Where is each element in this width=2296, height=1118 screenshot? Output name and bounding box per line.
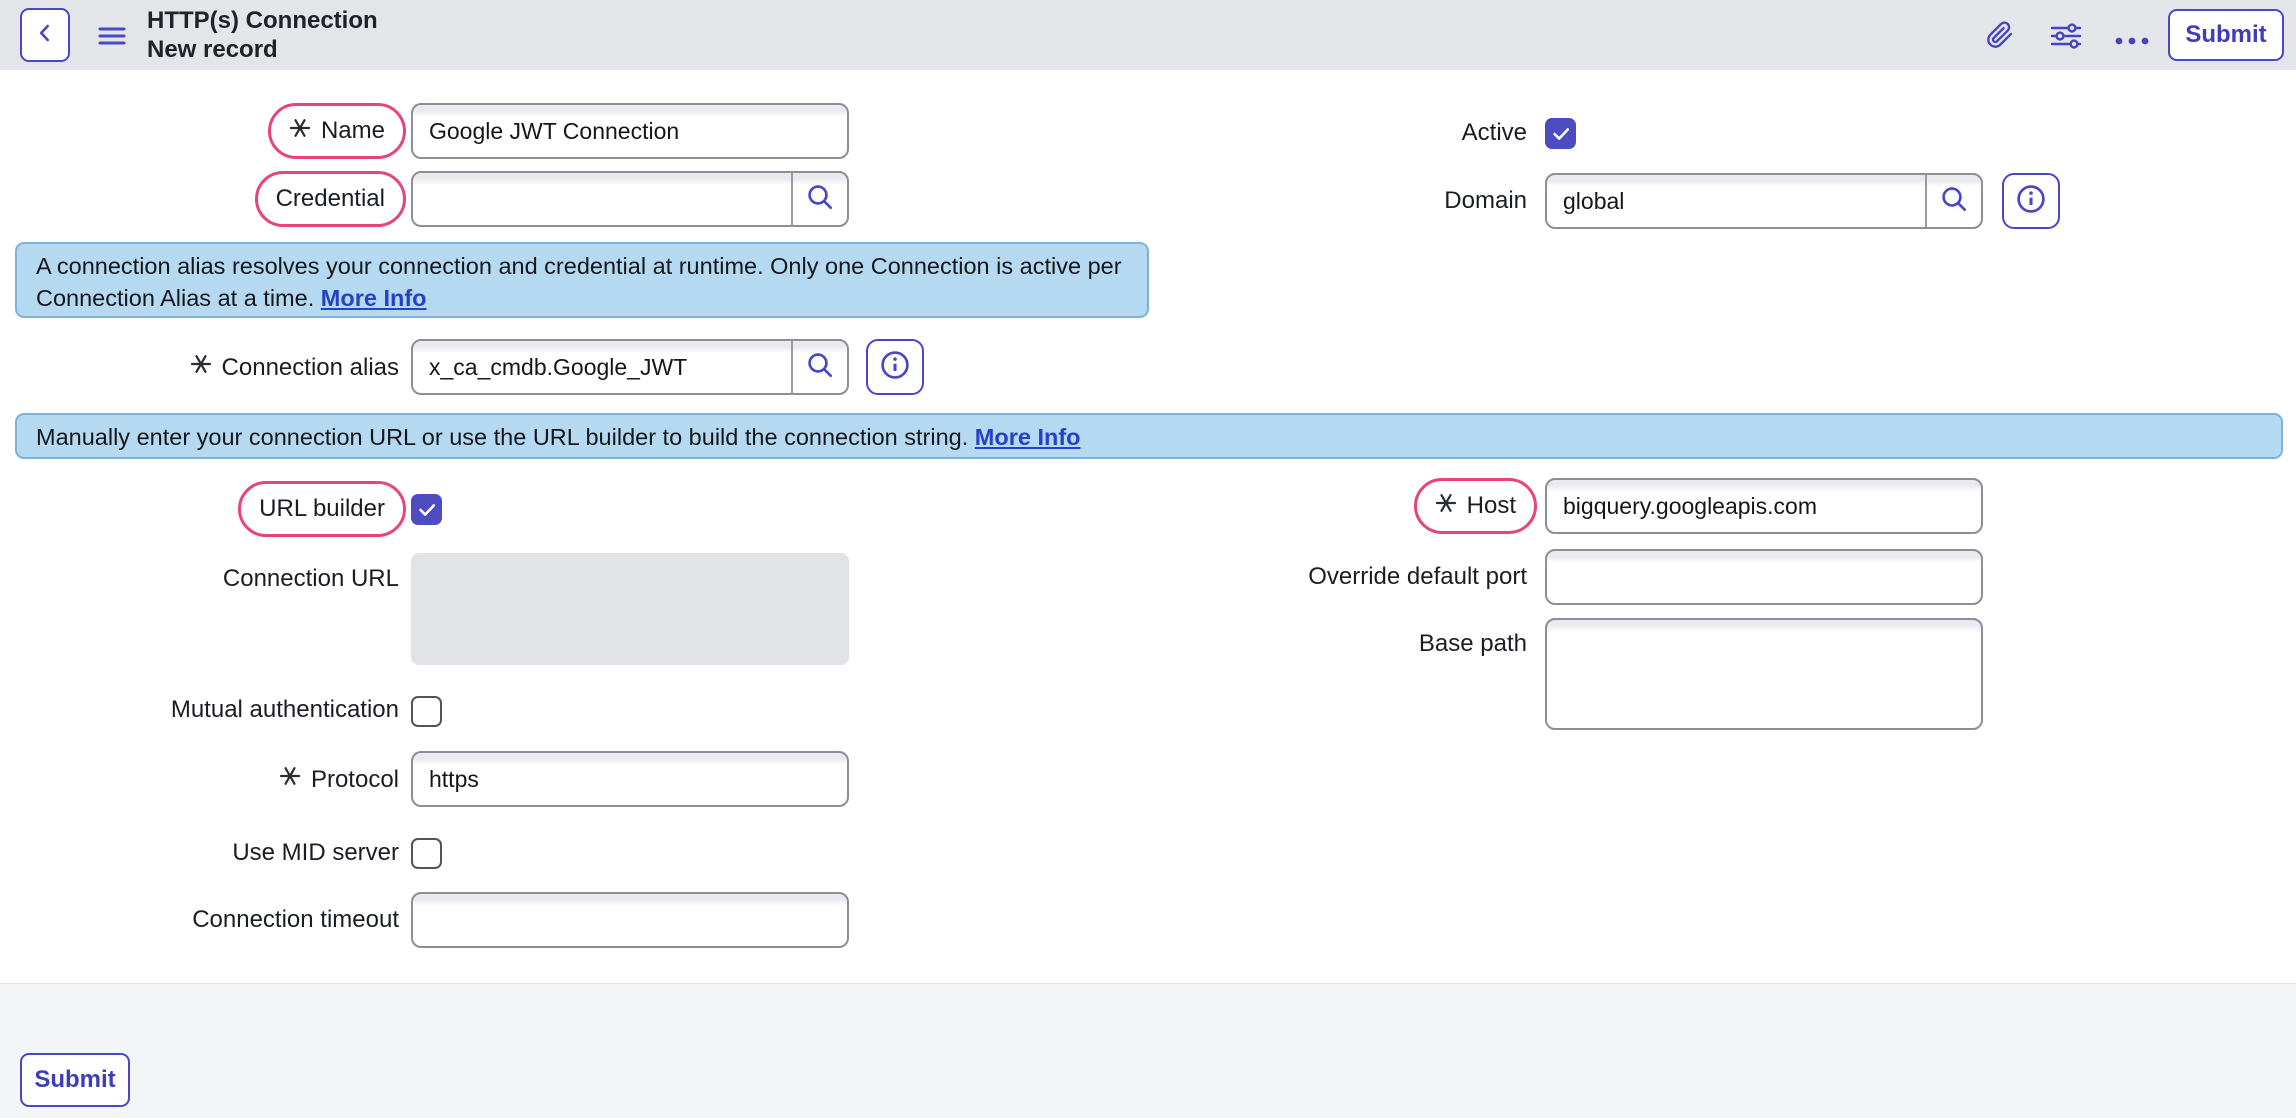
credential-label: Credential: [276, 185, 385, 213]
required-icon: [279, 765, 301, 794]
name-label-ring: Name: [268, 103, 406, 159]
sliders-icon[interactable]: [2050, 23, 2082, 54]
use-mid-server-checkbox[interactable]: [411, 838, 442, 869]
page-subtitle: New record: [147, 35, 378, 64]
form-footer-bar: [0, 983, 2296, 1118]
required-icon: [1435, 492, 1457, 521]
page-title-block: HTTP(s) Connection New record: [147, 6, 378, 64]
info-icon: [2015, 183, 2047, 220]
page-title: HTTP(s) Connection: [147, 6, 378, 35]
back-button[interactable]: [20, 8, 70, 62]
domain-lookup-button[interactable]: [1925, 175, 1981, 227]
url-builder-label-ring: URL builder: [238, 481, 406, 537]
credential-lookup-button[interactable]: [791, 173, 847, 225]
required-icon: [289, 117, 311, 146]
connection-alias-lookup-button[interactable]: [791, 341, 847, 393]
paperclip-icon[interactable]: [1986, 21, 2014, 54]
credential-label-ring: Credential: [255, 171, 406, 227]
connection-url-disabled-field: [411, 553, 849, 665]
name-input[interactable]: [411, 103, 849, 159]
base-path-label: Base path: [1419, 630, 1527, 658]
mutual-authentication-checkbox[interactable]: [411, 696, 442, 727]
protocol-label: Protocol: [311, 766, 399, 794]
domain-input[interactable]: [1547, 175, 1925, 227]
mutual-authentication-label: Mutual authentication: [171, 696, 399, 724]
form-header-bar: HTTP(s) Connection New record Submit: [0, 0, 2296, 70]
host-input[interactable]: [1545, 478, 1983, 534]
checkmark-icon: [416, 499, 438, 521]
active-label: Active: [1462, 119, 1527, 147]
more-info-link[interactable]: More Info: [321, 285, 427, 311]
credential-input[interactable]: [413, 173, 791, 225]
info-icon: [879, 349, 911, 386]
connection-alias-info-banner: A connection alias resolves your connect…: [15, 242, 1149, 318]
submit-button-header[interactable]: Submit: [2168, 9, 2284, 61]
banner-text: Manually enter your connection URL or us…: [36, 424, 975, 450]
base-path-textarea[interactable]: [1545, 618, 1983, 730]
connection-alias-label-group: Connection alias: [190, 353, 399, 382]
menu-icon[interactable]: [98, 24, 126, 53]
host-label: Host: [1467, 492, 1516, 520]
domain-label: Domain: [1444, 187, 1527, 215]
credential-reference-field: [411, 171, 849, 227]
checkmark-icon: [1550, 123, 1572, 145]
connection-alias-label: Connection alias: [222, 354, 399, 382]
more-info-link[interactable]: More Info: [975, 424, 1081, 450]
url-builder-label: URL builder: [259, 495, 385, 523]
submit-button-footer[interactable]: Submit: [20, 1053, 130, 1107]
domain-reference-field: [1545, 173, 1983, 229]
url-builder-checkbox[interactable]: [411, 494, 442, 525]
search-icon: [804, 349, 836, 386]
connection-timeout-input[interactable]: [411, 892, 849, 948]
connection-alias-input[interactable]: [413, 341, 791, 393]
host-label-ring: Host: [1414, 478, 1537, 534]
override-default-port-label: Override default port: [1308, 563, 1527, 591]
required-icon: [190, 353, 212, 382]
use-mid-server-label: Use MID server: [232, 839, 399, 867]
connection-timeout-label: Connection timeout: [192, 906, 399, 934]
override-default-port-input[interactable]: [1545, 549, 1983, 605]
protocol-input[interactable]: [411, 751, 849, 807]
search-icon: [1938, 183, 1970, 220]
search-icon: [804, 181, 836, 218]
chevron-left-icon: [32, 20, 58, 51]
connection-alias-info-button[interactable]: [866, 339, 924, 395]
active-checkbox[interactable]: [1545, 118, 1576, 149]
domain-info-button[interactable]: [2002, 173, 2060, 229]
connection-alias-reference-field: [411, 339, 849, 395]
url-builder-info-banner: Manually enter your connection URL or us…: [15, 413, 2283, 459]
more-options-icon[interactable]: [2114, 33, 2150, 51]
banner-text: A connection alias resolves your connect…: [36, 253, 1122, 311]
connection-url-label: Connection URL: [223, 565, 399, 593]
name-label: Name: [321, 117, 385, 145]
protocol-label-group: Protocol: [279, 765, 399, 794]
